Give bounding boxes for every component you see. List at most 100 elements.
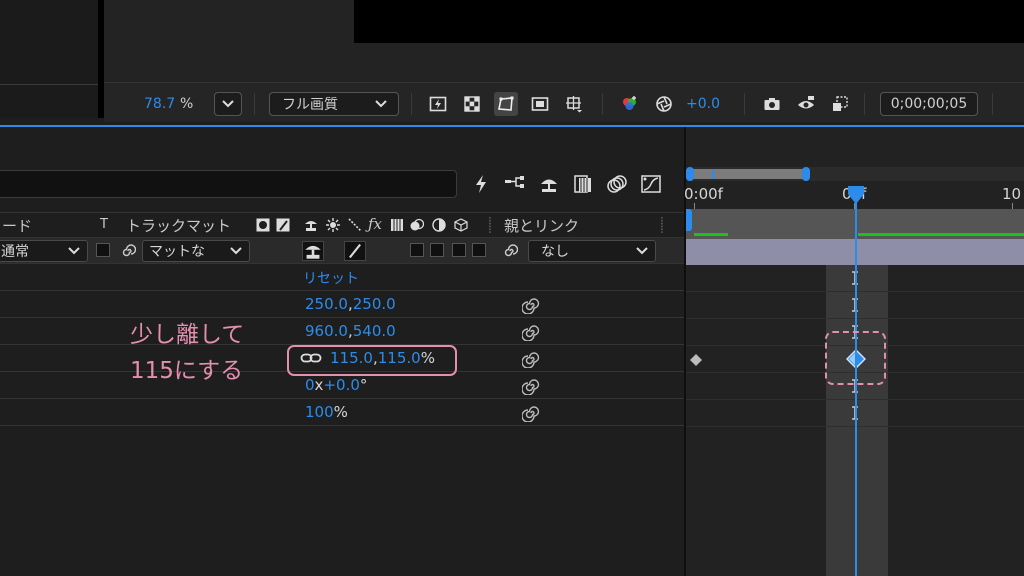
channel-button[interactable]: [618, 92, 642, 116]
mode-column-label: ード: [2, 217, 33, 235]
ruler-label-10: 10: [1002, 185, 1022, 203]
motion-blur-checkbox[interactable]: [430, 243, 444, 257]
frame-blending-icon[interactable]: [572, 173, 594, 195]
work-area-start-handle[interactable]: [686, 209, 692, 231]
exposure-value[interactable]: +0.0: [686, 92, 720, 116]
expression-pick-whip-icon[interactable]: [522, 377, 540, 395]
graph-editor-icon[interactable]: [640, 173, 662, 195]
mask-path-visibility-button[interactable]: [494, 92, 518, 116]
ruler-label-0: 0:00f: [684, 185, 723, 203]
opacity-number[interactable]: 100: [305, 403, 334, 421]
time-navigator[interactable]: [686, 167, 1024, 181]
collapse-switch-icon[interactable]: [326, 218, 340, 232]
zoom-value[interactable]: 78.7: [144, 92, 175, 116]
track-matte-value: マットな: [149, 244, 205, 260]
preserve-transparency-checkbox[interactable]: [96, 243, 110, 257]
rotation-value[interactable]: 0x+0.0°: [305, 376, 367, 394]
blend-mode-value: 通常: [1, 244, 29, 260]
navigator-end-handle[interactable]: [802, 167, 810, 181]
invert-matte-icon[interactable]: [276, 218, 290, 232]
pixel-aspect-button[interactable]: [828, 92, 852, 116]
resolution-dropdown[interactable]: フル画質: [269, 92, 399, 116]
matte-link-icon[interactable]: [120, 243, 136, 259]
region-of-interest-icon: [531, 97, 549, 111]
composition-canvas[interactable]: [354, 0, 1024, 43]
track-matte-dropdown[interactable]: マットな: [142, 240, 250, 262]
reset-exposure-button[interactable]: [652, 92, 676, 116]
expression-pick-whip-icon[interactable]: [522, 350, 540, 368]
timeline-switches: [470, 171, 662, 197]
navigator-current-time-marker: [712, 169, 714, 179]
resolution-value: フル画質: [282, 97, 338, 113]
expression-pick-whip-icon[interactable]: [522, 323, 540, 341]
chevron-down-icon: [222, 100, 234, 108]
anchor-point-value[interactable]: 250.0,250.0: [305, 295, 396, 313]
adjustment-layer-checkbox[interactable]: [452, 243, 466, 257]
parent-dropdown[interactable]: なし: [528, 240, 656, 262]
current-time-value: 0;00;00;05: [890, 96, 968, 112]
chevron-down-icon: [230, 247, 242, 255]
shy-layers-icon[interactable]: [538, 173, 560, 195]
show-snapshot-button[interactable]: [794, 92, 818, 116]
anchor-x[interactable]: 250.0: [305, 295, 348, 313]
annotation-line-2: 115にする: [130, 358, 244, 384]
shy-toggle[interactable]: [302, 241, 324, 261]
frame-blend-checkbox[interactable]: [410, 243, 424, 257]
anchor-y[interactable]: 250.0: [353, 295, 396, 313]
draft-3d-icon[interactable]: [470, 173, 492, 195]
frame-blend-switch-icon[interactable]: [390, 218, 404, 232]
opacity-value[interactable]: 100%: [305, 403, 348, 421]
column-divider[interactable]: ⸽: [488, 215, 492, 235]
pick-whip-icon[interactable]: [502, 243, 518, 259]
toolbar-divider: [992, 93, 993, 115]
annotation-line-1: 少し離して: [130, 322, 245, 348]
motion-blur-icon[interactable]: [606, 173, 628, 195]
layer-row[interactable]: 通常 マットな なし: [0, 238, 685, 264]
region-of-interest-button[interactable]: [528, 92, 552, 116]
transparency-grid-button[interactable]: [460, 92, 484, 116]
current-time-field[interactable]: 0;00;00;05: [880, 92, 978, 116]
zoom-dropdown-button[interactable]: [214, 92, 242, 116]
playhead-marker-icon[interactable]: [847, 185, 865, 205]
layer-search-input[interactable]: [0, 170, 457, 198]
column-divider[interactable]: ⸽: [660, 215, 664, 235]
camera-icon: [764, 98, 780, 110]
fast-previews-icon: [429, 96, 447, 112]
parent-link-column-label: 親とリンク: [504, 217, 580, 235]
pixel-aspect-icon: [833, 96, 848, 111]
time-navigator-range[interactable]: [690, 169, 806, 179]
blend-mode-dropdown[interactable]: 通常: [0, 240, 88, 262]
keyframe-diamond-icon[interactable]: [690, 354, 702, 366]
toolbar-divider: [744, 93, 745, 115]
flowchart-icon[interactable]: [504, 173, 526, 195]
quality-switch-icon[interactable]: [348, 218, 362, 232]
3d-layer-icon[interactable]: [454, 218, 468, 232]
toolbar-divider: [602, 93, 603, 115]
reset-link[interactable]: リセット: [303, 268, 359, 288]
rotation-degrees[interactable]: +0.0: [323, 376, 359, 394]
annotation-highlight-box: [287, 345, 457, 376]
alpha-matte-icon[interactable]: [256, 218, 270, 232]
grid-guides-button[interactable]: [562, 92, 586, 116]
adjustment-layer-icon[interactable]: [432, 218, 446, 232]
shy-switch-icon[interactable]: [304, 218, 318, 232]
expression-pick-whip-icon[interactable]: [522, 404, 540, 422]
quality-toggle[interactable]: [344, 241, 366, 261]
rotation-degree-sign: °: [359, 376, 368, 394]
position-x[interactable]: 960.0: [305, 322, 348, 340]
navigator-start-handle[interactable]: [686, 167, 694, 181]
rotation-revolutions[interactable]: 0: [305, 376, 315, 394]
fast-previews-button[interactable]: [426, 92, 450, 116]
rgb-channels-icon: [623, 96, 636, 110]
motion-blur-switch-icon[interactable]: [410, 218, 424, 232]
aperture-icon: [656, 96, 672, 112]
expression-pick-whip-icon[interactable]: [522, 296, 540, 314]
position-value[interactable]: 960.0,540.0: [305, 322, 396, 340]
toolbar-divider: [411, 93, 412, 115]
position-y[interactable]: 540.0: [353, 322, 396, 340]
chevron-down-icon: [68, 247, 80, 255]
snapshot-button[interactable]: [760, 92, 784, 116]
3d-layer-checkbox[interactable]: [472, 243, 486, 257]
fx-icon[interactable]: ƒx: [368, 215, 382, 233]
position-row: 960.0,540.0: [0, 318, 685, 345]
